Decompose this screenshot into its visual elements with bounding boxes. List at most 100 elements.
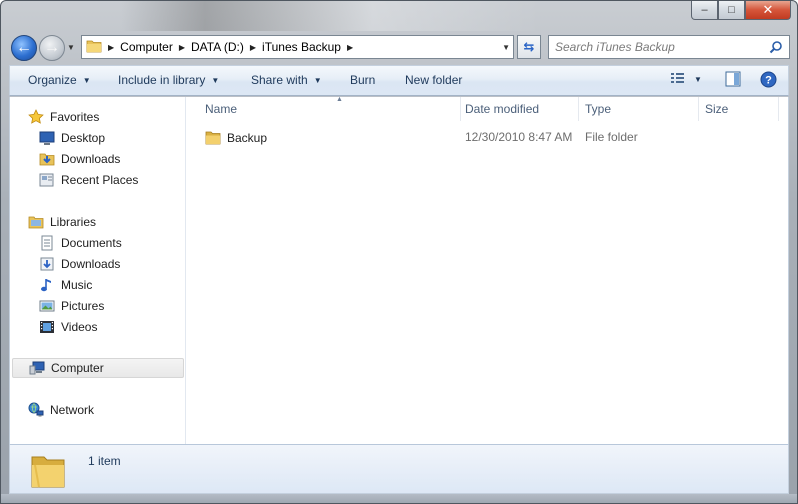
nav-desktop[interactable]: Desktop: [39, 128, 105, 148]
nav-videos[interactable]: Videos: [39, 317, 97, 337]
breadcrumb-chevron-icon[interactable]: ▶: [179, 43, 185, 52]
breadcrumb-current-folder[interactable]: iTunes Backup: [262, 40, 341, 54]
chevron-down-icon: ▼: [82, 75, 91, 85]
address-dropdown-icon[interactable]: ▼: [502, 43, 510, 52]
nav-libraries[interactable]: Libraries: [28, 212, 96, 232]
maximize-button[interactable]: □: [718, 1, 745, 20]
search-input[interactable]: [555, 40, 765, 54]
refresh-button[interactable]: ⇆: [517, 35, 541, 59]
refresh-icon: ⇆: [523, 39, 535, 54]
downloads-icon: [39, 256, 55, 272]
navigation-pane: Favorites Desktop Downloads Recent Place…: [10, 97, 186, 444]
nav-network-label: Network: [50, 403, 95, 417]
breadcrumb-chevron-icon[interactable]: ▶: [347, 43, 353, 52]
nav-downloads-label: Downloads: [61, 152, 121, 166]
address-bar[interactable]: ▶ Computer ▶ DATA (D:) ▶ iTunes Backup ▶…: [81, 35, 514, 59]
breadcrumb-computer[interactable]: Computer: [120, 40, 173, 54]
nav-library-downloads-label: Downloads: [61, 257, 121, 271]
music-icon: [39, 277, 55, 293]
new-folder-label: New folder: [405, 73, 463, 87]
new-folder-button[interactable]: New folder: [405, 73, 462, 87]
help-button[interactable]: ?: [760, 71, 777, 88]
column-header-name-label: Name: [205, 102, 238, 116]
pictures-icon: [39, 298, 55, 314]
downloads-icon: [39, 151, 55, 167]
nav-computer[interactable]: Computer: [12, 358, 184, 378]
back-button[interactable]: ←: [11, 35, 37, 61]
organize-menu[interactable]: Organize ▼: [28, 73, 91, 87]
table-row[interactable]: Backup 12/30/2010 8:47 AM File folder: [187, 127, 788, 149]
search-box[interactable]: [548, 35, 790, 59]
nav-favorites[interactable]: Favorites: [28, 107, 99, 127]
nav-favorites-label: Favorites: [50, 110, 100, 124]
file-name-cell[interactable]: Backup: [205, 130, 267, 145]
details-pane: 1 item: [9, 444, 789, 494]
file-list: ▲ Name Date modified Type Size Backup 12: [187, 96, 788, 444]
search-icon[interactable]: [769, 40, 783, 57]
share-with-menu[interactable]: Share with ▼: [251, 73, 322, 87]
videos-icon: [39, 319, 55, 335]
organize-label: Organize: [28, 73, 77, 87]
history-dropdown-icon[interactable]: ▼: [67, 43, 75, 52]
nav-library-downloads[interactable]: Downloads: [39, 254, 120, 274]
nav-music[interactable]: Music: [39, 275, 92, 295]
view-options-dropdown-icon[interactable]: ▼: [694, 75, 702, 84]
folder-icon: [86, 39, 102, 56]
preview-pane-button[interactable]: [725, 71, 741, 87]
nav-documents[interactable]: Documents: [39, 233, 122, 253]
back-arrow-icon: ←: [16, 39, 32, 56]
column-header-type-label: Type: [585, 102, 612, 116]
minimize-icon: ‒: [701, 4, 708, 16]
chevron-down-icon: ▼: [211, 75, 220, 85]
maximize-icon: □: [728, 4, 735, 16]
minimize-button[interactable]: ‒: [691, 1, 718, 20]
nav-videos-label: Videos: [61, 320, 98, 334]
forward-button[interactable]: →: [39, 35, 65, 61]
column-header-size[interactable]: Size: [699, 97, 779, 121]
svg-text:?: ?: [765, 75, 772, 87]
library-icon: [28, 214, 44, 230]
recent-places-icon: [39, 172, 55, 188]
breadcrumb-drive[interactable]: DATA (D:): [191, 40, 244, 54]
nav-music-label: Music: [61, 278, 93, 292]
nav-pictures[interactable]: Pictures: [39, 296, 104, 316]
command-bar: Organize ▼ Include in library ▼ Share with…: [9, 65, 789, 96]
breadcrumb: ▶ Computer ▶ DATA (D:) ▶ iTunes Backup ▶: [102, 40, 359, 54]
change-view-button[interactable]: [670, 71, 686, 85]
file-name: Backup: [227, 130, 268, 145]
network-icon: [28, 402, 44, 418]
caption-buttons: ‒ □ ✕: [691, 1, 791, 20]
include-in-library-label: Include in library: [118, 73, 206, 87]
share-with-label: Share with: [251, 73, 308, 87]
nav-downloads[interactable]: Downloads: [39, 149, 120, 169]
nav-pictures-label: Pictures: [61, 299, 105, 313]
window-bottom-border: [1, 494, 797, 503]
file-date-modified: 12/30/2010 8:47 AM: [465, 130, 573, 144]
column-header-date-modified[interactable]: Date modified: [459, 97, 579, 121]
include-in-library-menu[interactable]: Include in library ▼: [118, 73, 219, 87]
file-type: File folder: [585, 130, 638, 144]
nav-network[interactable]: Network: [28, 400, 94, 420]
breadcrumb-chevron-icon[interactable]: ▶: [250, 43, 256, 52]
title-bar[interactable]: ‒ □ ✕: [1, 1, 797, 31]
nav-documents-label: Documents: [61, 236, 122, 250]
content-area: Favorites Desktop Downloads Recent Place…: [9, 96, 789, 444]
nav-desktop-label: Desktop: [61, 131, 106, 145]
breadcrumb-chevron-icon[interactable]: ▶: [108, 43, 114, 52]
burn-button[interactable]: Burn: [350, 73, 375, 87]
column-header-name[interactable]: ▲ Name: [199, 96, 461, 121]
burn-label: Burn: [350, 73, 376, 87]
column-header-date-label: Date modified: [465, 102, 540, 116]
explorer-window: ‒ □ ✕ ← → ▼ ▶ Computer ▶ DATA (D:) ▶ iTu…: [0, 0, 798, 504]
documents-icon: [39, 235, 55, 251]
address-row: ← → ▼ ▶ Computer ▶ DATA (D:) ▶ iTunes Ba…: [1, 31, 797, 63]
close-button[interactable]: ✕: [745, 1, 791, 20]
column-header-type[interactable]: Type: [579, 97, 699, 121]
column-header-size-label: Size: [705, 102, 729, 116]
computer-icon: [29, 360, 45, 376]
desktop-icon: [39, 130, 55, 146]
view-details-icon: [671, 73, 684, 83]
nav-recent-places[interactable]: Recent Places: [39, 170, 138, 190]
folder-icon: [205, 130, 221, 145]
sort-ascending-icon: ▲: [336, 96, 343, 103]
